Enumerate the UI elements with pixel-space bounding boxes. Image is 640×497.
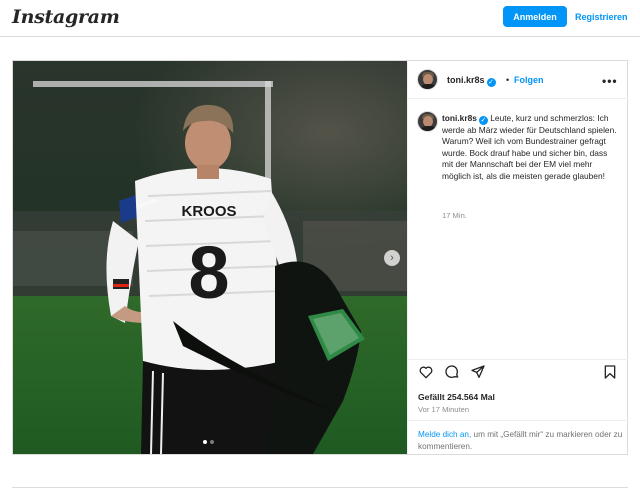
login-button[interactable]: Anmelden (503, 6, 567, 27)
login-prompt-link[interactable]: Melde dich an, (418, 430, 471, 439)
login-prompt: Melde dich an, um mit „Gefällt mir“ zu m… (408, 420, 628, 454)
post-header: toni.kr8s ✓ • Folgen ••• (408, 61, 628, 99)
instagram-logo[interactable]: Instagram (12, 6, 120, 28)
jersey-name: KROOS (181, 203, 236, 220)
footer-divider (12, 487, 628, 488)
login-prompt-text: Melde dich an, um mit „Gefällt mir“ zu m… (418, 429, 623, 452)
top-navigation-bar: Instagram Anmelden Registrieren (0, 0, 640, 37)
follow-button[interactable]: Folgen (514, 75, 544, 85)
more-options-icon[interactable]: ••• (602, 74, 618, 88)
bookmark-icon[interactable] (602, 364, 618, 380)
caption-text: Leute, kurz und schmerzlos: Ich werde ab… (442, 113, 617, 181)
verified-badge-icon: ✓ (486, 78, 496, 87)
chevron-right-icon: › (390, 251, 394, 264)
author-avatar[interactable] (417, 69, 438, 90)
next-slide-button[interactable]: › (384, 250, 400, 266)
verified-badge-icon: ✓ (478, 116, 488, 125)
post-sidebar: toni.kr8s ✓ • Folgen ••• toni.kr8s ✓ Leute… (407, 61, 628, 454)
likes-count[interactable]: Gefällt 254.564 Mal (418, 392, 495, 402)
comment-icon[interactable] (444, 364, 460, 380)
post-actions (408, 359, 628, 383)
caption-username[interactable]: toni.kr8s (442, 113, 477, 123)
register-link[interactable]: Registrieren (575, 6, 628, 27)
post-card: KROOS 8 CAPTAIN › toni.kr8s ✓ • Folgen ••… (12, 60, 628, 455)
carousel-dot-active (203, 440, 207, 444)
caption-avatar[interactable] (417, 111, 438, 132)
post-image[interactable]: KROOS 8 CAPTAIN › (13, 61, 407, 454)
post-photo: KROOS 8 CAPTAIN (13, 61, 407, 454)
jersey-number: 8 (188, 231, 229, 314)
post-timestamp[interactable]: Vor 17 Minuten (418, 405, 469, 414)
author-username[interactable]: toni.kr8s ✓ (447, 75, 496, 87)
author-username-text[interactable]: toni.kr8s (447, 75, 485, 85)
separator: • (506, 75, 510, 85)
caption-timestamp[interactable]: 17 Min. (442, 211, 467, 220)
carousel-dot (210, 440, 214, 444)
heart-icon[interactable] (418, 364, 434, 380)
share-icon[interactable] (470, 364, 486, 380)
post-caption: toni.kr8s ✓ Leute, kurz und schmerzlos: I… (442, 113, 620, 182)
carousel-indicator (203, 440, 214, 444)
